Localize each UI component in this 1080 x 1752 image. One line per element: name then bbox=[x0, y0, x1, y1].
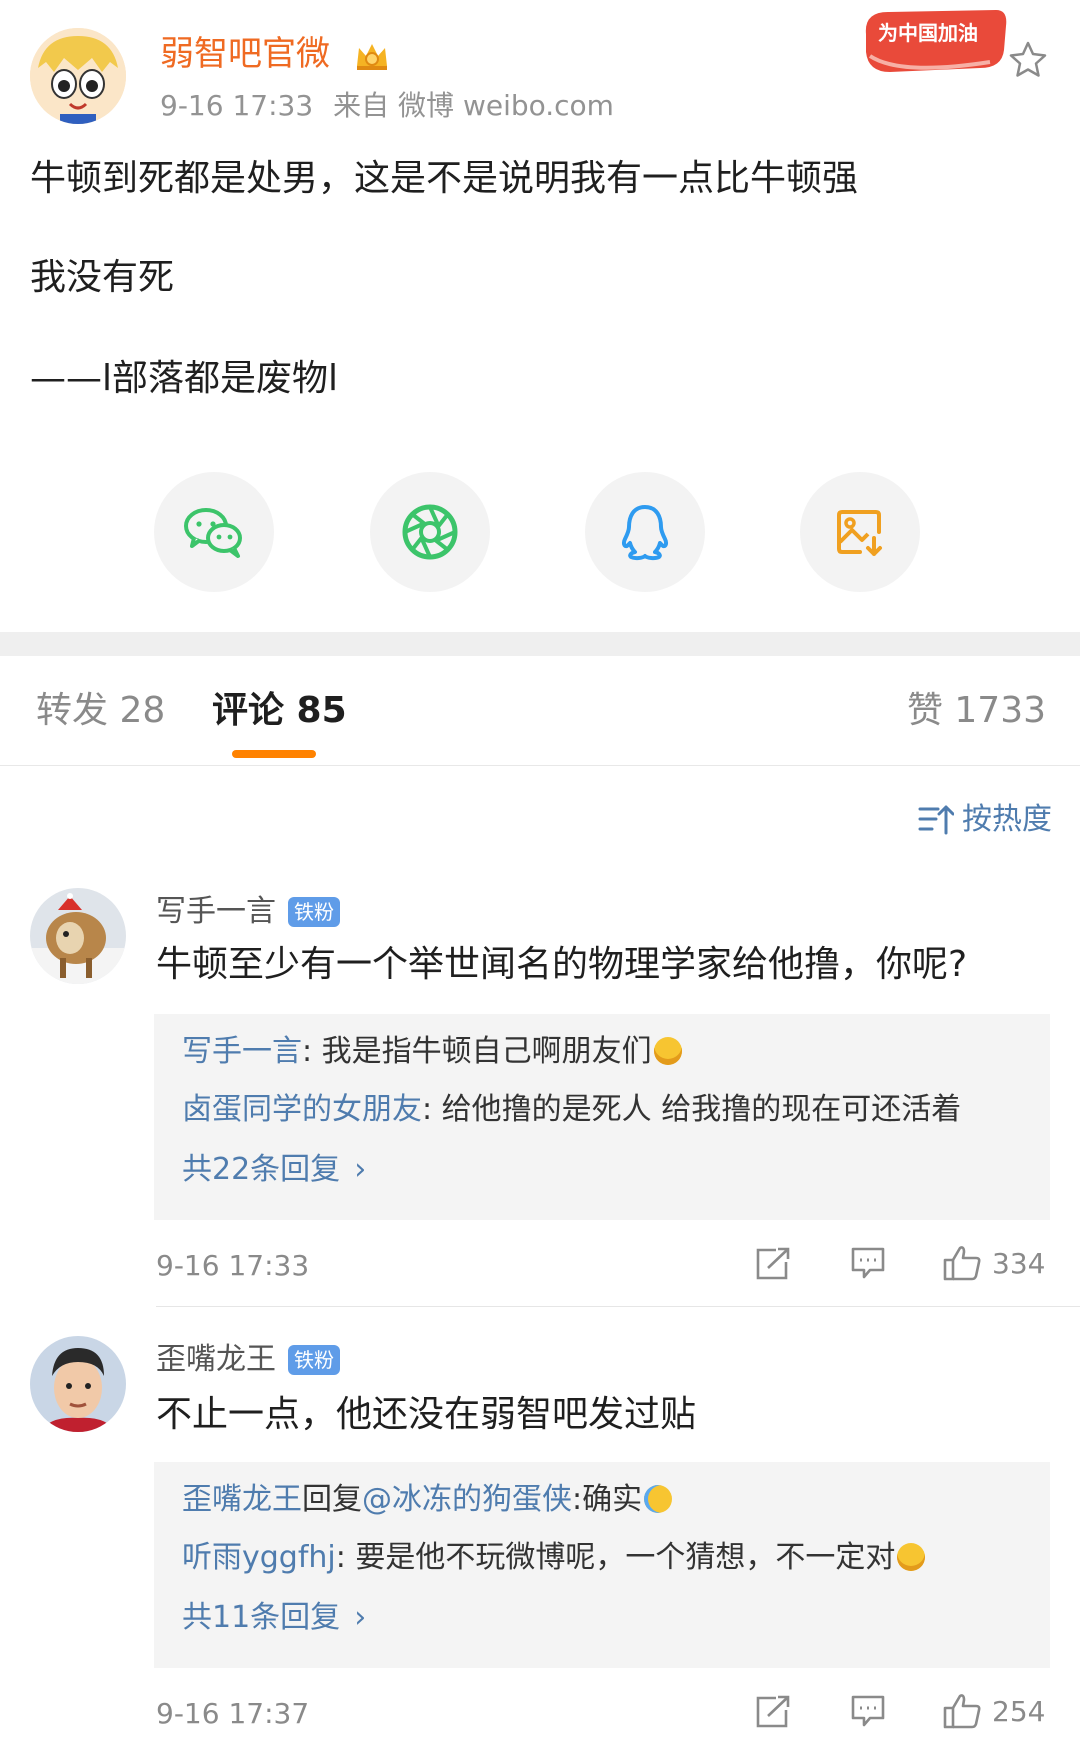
mention-link[interactable]: @冰冻的狗蛋侠 bbox=[362, 1482, 572, 1517]
comment-separator bbox=[156, 1306, 1080, 1307]
sort-button[interactable]: 按热度 bbox=[918, 798, 1052, 842]
reply-text: 我是指牛顿自己啊朋友们 bbox=[321, 1034, 652, 1069]
share-moments-button[interactable] bbox=[370, 472, 490, 592]
reply-preview-box[interactable]: 歪嘴龙王回复@冰冻的狗蛋侠:确实 听雨yggfhj: 要是他不玩微博呢，一个猜想… bbox=[154, 1462, 1050, 1668]
more-replies-link[interactable]: 共22条回复 › bbox=[182, 1148, 366, 1192]
repost-comment-button[interactable] bbox=[754, 1694, 792, 1730]
reply-author[interactable]: 写手一言 bbox=[182, 1034, 302, 1069]
tab-comments[interactable]: 评论 85 bbox=[212, 686, 347, 736]
tab-repost[interactable]: 转发 28 bbox=[36, 686, 165, 736]
reply-line: 写手一言: 我是指牛顿自己啊朋友们 bbox=[182, 1030, 682, 1074]
commenter-name[interactable]: 歪嘴龙王 bbox=[156, 1338, 276, 1382]
comment-text: 不止一点，他还没在弱智吧发过贴 bbox=[156, 1394, 697, 1435]
post-time: 9-16 17:33 bbox=[160, 89, 314, 122]
post-text-line-3: ——l部落都是废物l bbox=[30, 358, 339, 399]
author-avatar[interactable] bbox=[30, 28, 126, 124]
reply-author[interactable]: 歪嘴龙王 bbox=[182, 1482, 302, 1517]
laugh-cry-emoji-icon bbox=[653, 1037, 682, 1065]
moments-icon bbox=[402, 504, 458, 560]
post-text-line-2: 我没有死 bbox=[30, 257, 175, 298]
like-button[interactable]: 254 bbox=[942, 1692, 1045, 1730]
sort-label: 按热度 bbox=[962, 802, 1052, 837]
share-wechat-button[interactable] bbox=[154, 472, 274, 592]
fan-badge: 铁粉 bbox=[288, 897, 340, 927]
reply-line: 听雨yggfhj: 要是他不玩微博呢，一个猜想，不一定对 bbox=[182, 1536, 926, 1580]
comment-bubble-icon bbox=[851, 1695, 885, 1727]
sort-icon bbox=[918, 805, 954, 835]
share-qq-button[interactable] bbox=[585, 472, 705, 592]
save-image-icon bbox=[837, 510, 882, 556]
like-button[interactable]: 334 bbox=[942, 1244, 1045, 1282]
thinking-emoji-icon bbox=[897, 1543, 926, 1571]
reply-text: 要是他不玩微博呢，一个猜想，不一定对 bbox=[355, 1540, 896, 1575]
fan-badge: 铁粉 bbox=[288, 1345, 340, 1375]
share-arrow-icon bbox=[756, 1695, 790, 1728]
reply-preview-box[interactable]: 写手一言: 我是指牛顿自己啊朋友们 卤蛋同学的女朋友: 给他撸的是死人 给我撸的… bbox=[154, 1014, 1050, 1220]
reply-comment-button[interactable] bbox=[850, 1694, 886, 1728]
campaign-badge[interactable]: 为中国加油 bbox=[860, 6, 1010, 76]
author-name[interactable]: 弱智吧官微 bbox=[160, 30, 330, 78]
reply-author[interactable]: 卤蛋同学的女朋友 bbox=[182, 1092, 422, 1127]
commenter-avatar[interactable] bbox=[30, 1336, 126, 1432]
vip-crown-icon bbox=[353, 36, 391, 74]
more-replies-link[interactable]: 共11条回复 › bbox=[182, 1596, 366, 1640]
favorite-star-icon[interactable] bbox=[1008, 40, 1048, 80]
post-text-line-1: 牛顿到死都是处男，这是不是说明我有一点比牛顿强 bbox=[30, 158, 859, 199]
like-count: 254 bbox=[992, 1694, 1046, 1728]
comment-text: 牛顿至少有一个举世闻名的物理学家给他撸，你呢? bbox=[156, 944, 968, 985]
tab-likes[interactable]: 赞 1733 bbox=[907, 686, 1046, 736]
commenter-name-row: 歪嘴龙王 铁粉 bbox=[156, 1338, 340, 1382]
save-image-button[interactable] bbox=[800, 472, 920, 592]
wechat-icon bbox=[184, 508, 242, 558]
thumbs-up-icon bbox=[943, 1246, 981, 1281]
section-divider bbox=[0, 632, 1080, 656]
campaign-badge-text: 为中国加油 bbox=[878, 21, 978, 45]
reply-line: 卤蛋同学的女朋友: 给他撸的是死人 给我撸的现在可还活着 bbox=[182, 1092, 962, 1127]
post-source: 来自 微博 weibo.com bbox=[333, 89, 614, 122]
tabs-divider bbox=[0, 765, 1080, 766]
comment-time: 9-16 17:37 bbox=[156, 1697, 310, 1730]
like-count: 334 bbox=[992, 1246, 1046, 1280]
chevron-right-icon: › bbox=[354, 1152, 367, 1187]
reply-comment-button[interactable] bbox=[850, 1246, 886, 1280]
comment-time: 9-16 17:33 bbox=[156, 1249, 310, 1282]
post-meta: 9-16 17:33 来自 微博 weibo.com bbox=[160, 86, 614, 126]
reply-text: 给他撸的是死人 给我撸的现在可还活着 bbox=[441, 1092, 962, 1127]
commenter-name-row: 写手一言 铁粉 bbox=[156, 890, 340, 934]
chevron-right-icon: › bbox=[354, 1600, 367, 1635]
commenter-avatar[interactable] bbox=[30, 888, 126, 984]
thumbs-up-icon bbox=[943, 1694, 981, 1729]
share-arrow-icon bbox=[756, 1247, 790, 1280]
reply-author[interactable]: 听雨yggfhj bbox=[182, 1540, 336, 1575]
reply-line: 歪嘴龙王回复@冰冻的狗蛋侠:确实 bbox=[182, 1478, 673, 1522]
comment-bubble-icon bbox=[851, 1247, 885, 1279]
qq-icon bbox=[621, 505, 669, 561]
tears-emoji-icon bbox=[644, 1485, 673, 1513]
active-tab-indicator bbox=[232, 750, 316, 758]
reply-text: 确实 bbox=[582, 1482, 643, 1517]
commenter-name[interactable]: 写手一言 bbox=[156, 890, 276, 934]
repost-comment-button[interactable] bbox=[754, 1246, 792, 1282]
